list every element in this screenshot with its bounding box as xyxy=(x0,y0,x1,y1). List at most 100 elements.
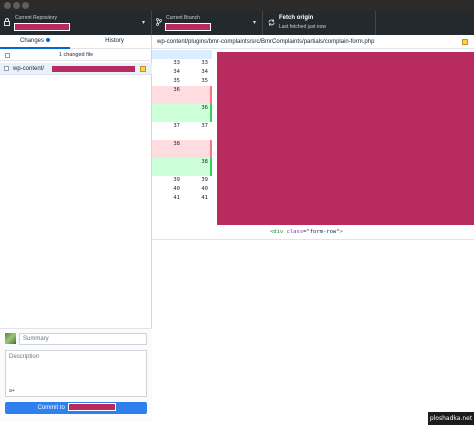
diff-gutter-row[interactable]: 40 40 xyxy=(152,185,212,194)
changed-files-header: 1 changed file xyxy=(0,50,152,61)
chevron-down-icon: ▾ xyxy=(142,20,146,26)
file-include-checkbox[interactable] xyxy=(4,66,9,71)
diff-code-redacted xyxy=(217,52,474,225)
diff-gutter-row[interactable] xyxy=(152,167,212,176)
tab-history[interactable]: History xyxy=(77,35,152,49)
change-marker xyxy=(210,149,212,158)
toolbar: Current Repository ▾ Current Branch ▾ Fe… xyxy=(0,11,474,35)
modified-status-icon xyxy=(140,66,146,72)
avatar xyxy=(5,333,16,344)
fetch-origin-button[interactable]: Fetch origin Last fetched just now xyxy=(263,11,376,35)
diff-gutter-row[interactable]: 38 xyxy=(152,158,212,167)
tab-changes-label: Changes xyxy=(19,38,45,44)
change-marker xyxy=(210,167,212,176)
lock-icon xyxy=(4,18,10,28)
diff-gutter-row[interactable] xyxy=(152,149,212,158)
branch-caption: Current Branch xyxy=(166,15,200,21)
repository-name-redacted xyxy=(14,23,70,31)
old-line-number: 36 xyxy=(173,87,180,93)
diff-gutter-row[interactable] xyxy=(152,95,212,104)
sync-icon xyxy=(268,19,275,28)
new-line-number: 35 xyxy=(201,78,208,84)
summary-placeholder: Summary xyxy=(23,336,49,342)
changes-sidebar: Changes History 1 changed file wp-conten… xyxy=(0,35,152,422)
chevron-down-icon: ▾ xyxy=(253,20,257,26)
old-line-number: 38 xyxy=(173,141,180,147)
description-input[interactable]: Description a+ xyxy=(5,350,147,397)
change-marker xyxy=(210,104,212,113)
code-tag-open: <div xyxy=(270,229,287,235)
list-item[interactable]: wp-content/ xyxy=(0,63,152,75)
tab-changes[interactable]: Changes xyxy=(0,35,70,49)
window-titlebar xyxy=(0,0,474,11)
new-line-number: 39 xyxy=(201,177,208,183)
new-line-number: 33 xyxy=(201,60,208,66)
diff-gutter-row[interactable]: 38 xyxy=(152,140,212,149)
window-zoom-button[interactable] xyxy=(22,2,29,9)
diff-gutter-row[interactable] xyxy=(152,113,212,122)
file-path-redacted xyxy=(52,66,135,72)
old-line-number: 34 xyxy=(173,69,180,75)
diff-gutter-row[interactable]: 34 34 xyxy=(152,68,212,77)
change-marker xyxy=(210,86,212,95)
change-marker xyxy=(210,158,212,167)
code-string: "form-row" xyxy=(306,229,340,235)
new-line-number: 34 xyxy=(201,69,208,75)
window-close-button[interactable] xyxy=(4,2,11,9)
commit-panel: Summary Description a+ Commit to xyxy=(0,328,152,422)
change-marker xyxy=(210,113,212,122)
old-line-number: 37 xyxy=(173,123,180,129)
code-tag-close: > xyxy=(339,229,343,235)
old-line-number: 35 xyxy=(173,78,180,84)
commit-button-label: Commit to xyxy=(37,405,65,411)
old-line-number: 39 xyxy=(173,177,180,183)
old-line-number: 33 xyxy=(173,60,180,66)
diff-gutter-row[interactable]: 35 35 xyxy=(152,77,212,86)
repository-caption: Current Repository xyxy=(15,15,57,21)
new-line-number: 36 xyxy=(201,105,208,111)
modified-status-icon xyxy=(462,39,468,45)
branch-icon xyxy=(156,18,162,28)
diff-gutter-row[interactable]: 33 33 xyxy=(152,59,212,68)
hunk-header[interactable] xyxy=(152,50,212,59)
code-attr: class xyxy=(286,229,304,235)
commit-branch-redacted xyxy=(67,403,116,412)
description-placeholder: Description xyxy=(9,354,40,360)
diff-file-name: complain-form.php xyxy=(324,39,375,45)
changes-indicator-dot xyxy=(46,38,51,43)
diff-gutter-row[interactable]: 36 xyxy=(152,86,212,95)
diff-gutter-row[interactable]: 41 41 xyxy=(152,194,212,203)
branch-name-redacted xyxy=(165,23,211,31)
last-fetched-text: Last fetched just now xyxy=(279,24,326,30)
summary-input[interactable]: Summary xyxy=(19,333,147,345)
sidebar-tabs: Changes History xyxy=(0,35,152,49)
current-branch-button[interactable]: Current Branch ▾ xyxy=(152,11,263,35)
select-all-checkbox[interactable] xyxy=(5,53,10,58)
old-line-number: 40 xyxy=(173,186,180,192)
diff-gutter-row[interactable]: 36 xyxy=(152,104,212,113)
diff-gutter-row[interactable] xyxy=(152,131,212,140)
diff-gutter-row[interactable]: 37 37 xyxy=(152,122,212,131)
commit-button[interactable]: Commit to xyxy=(5,402,147,414)
new-line-number: 37 xyxy=(201,123,208,129)
add-coauthor-icon[interactable]: a+ xyxy=(9,388,15,394)
diff-end-divider xyxy=(152,239,474,240)
tab-history-label: History xyxy=(105,38,124,44)
change-marker xyxy=(210,95,212,104)
file-path: wp-content/ xyxy=(13,66,45,72)
watermark: ploshadka.net xyxy=(428,412,474,425)
current-repository-button[interactable]: Current Repository ▾ xyxy=(0,11,152,35)
new-line-number: 40 xyxy=(201,186,208,192)
change-marker xyxy=(210,140,212,149)
changed-files-count: 1 changed file xyxy=(58,52,94,58)
diff-file-path: wp-content/plugins/bmr-complaints/src/Bm… xyxy=(152,35,474,49)
diff-file-dir: wp-content/plugins/bmr-complaints/src/Bm… xyxy=(157,39,325,45)
old-line-number: 41 xyxy=(173,195,180,201)
new-line-number: 38 xyxy=(201,159,208,165)
diff-gutter-row[interactable]: 39 39 xyxy=(152,176,212,185)
code-line: <div class="form-row"> xyxy=(270,229,343,235)
new-line-number: 41 xyxy=(201,195,208,201)
diff-view: wp-content/plugins/bmr-complaints/src/Bm… xyxy=(152,35,474,425)
window-minimize-button[interactable] xyxy=(13,2,20,9)
fetch-origin-title: Fetch origin xyxy=(279,15,314,21)
